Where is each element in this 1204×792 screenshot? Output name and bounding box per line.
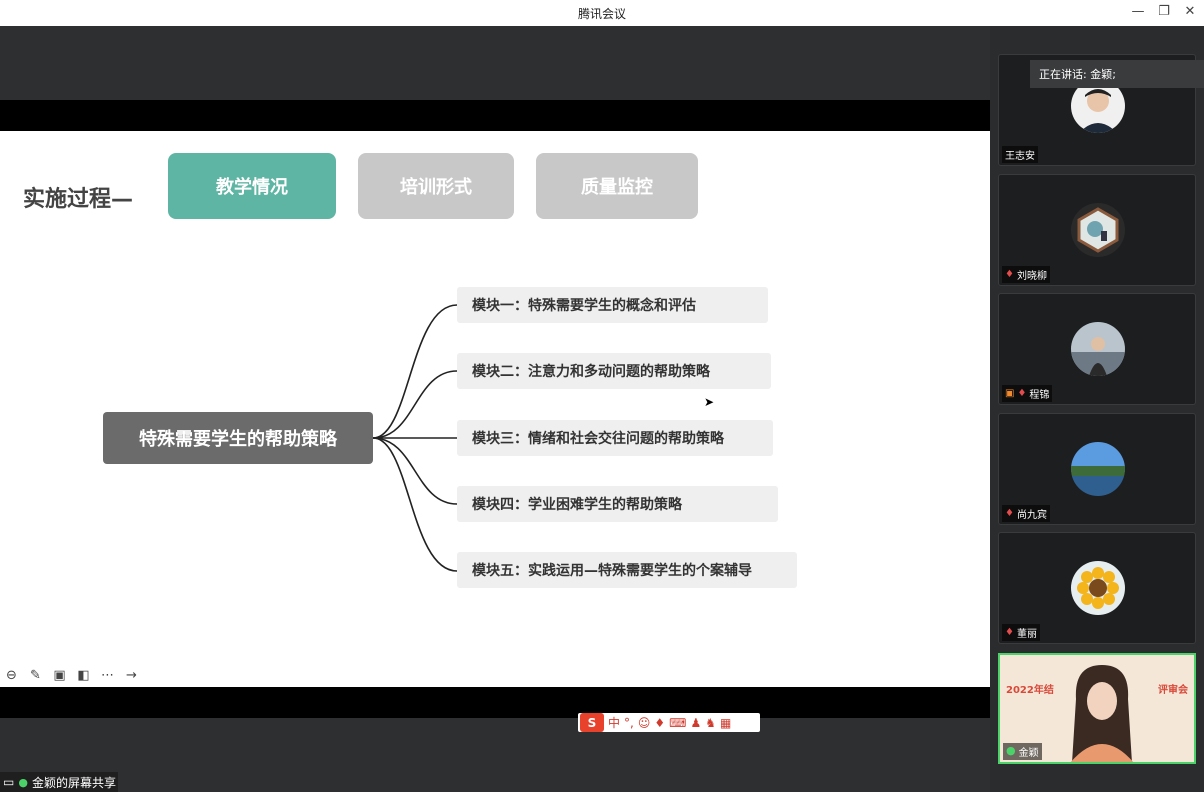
mindmap-connectors — [372, 304, 458, 572]
user-badge-icon: ▣ — [1005, 388, 1015, 399]
participant-tile[interactable]: ♦ 董丽 — [998, 532, 1196, 644]
skin-icon[interactable]: ♞ — [705, 716, 716, 730]
mic-muted-icon: ♦ — [1005, 508, 1014, 519]
participant-name: ● 金颖 — [1003, 743, 1042, 760]
center-node: 特殊需要学生的帮助策略 — [103, 412, 373, 464]
ime-mode[interactable]: 中 — [608, 714, 620, 731]
participant-tile[interactable]: ♦ 尚九宾 — [998, 413, 1196, 525]
mic-active-icon: ● — [1006, 744, 1016, 757]
title-bar: 腾讯会议 — ❐ ✕ — [0, 0, 1204, 26]
screen-share-label: 金颖的屏幕共享 — [31, 775, 116, 790]
voice-icon[interactable]: ♦ — [654, 716, 665, 730]
participant-name: ▣ ♦ 程锦 — [1002, 385, 1053, 402]
emoji-icon[interactable]: ☺ — [638, 716, 651, 730]
previous-slide-icon[interactable]: ⊖ — [2, 666, 21, 685]
ime-toolbar[interactable]: S 中 °, ☺ ♦ ⌨ ♟ ♞ ▦ — [578, 713, 760, 732]
next-slide-icon[interactable]: → — [122, 666, 141, 685]
avatar — [1071, 561, 1125, 615]
participant-name: ♦ 刘晓柳 — [1002, 266, 1050, 283]
module-2: 模块二：注意力和多动问题的帮助策略 — [457, 353, 771, 389]
presentation-slide: 实施过程— 教学情况 培训形式 质量监控 特殊需要学生的帮助策略 模块一：特殊需… — [0, 131, 990, 687]
mic-muted-icon: ♦ — [1017, 388, 1027, 399]
toolbox-icon[interactable]: ▦ — [720, 716, 731, 730]
mouse-cursor-icon: ➤ — [704, 395, 715, 409]
self-video-person — [1070, 665, 1134, 762]
mic-icon: ● — [18, 775, 28, 789]
screen-share-icon: ▭ — [3, 775, 15, 789]
screen-share-indicator[interactable]: ▭ ● 金颖的屏幕共享 — [0, 772, 118, 792]
user-icon[interactable]: ♟ — [690, 716, 701, 730]
letterbox-top — [0, 100, 990, 131]
mic-muted-icon: ♦ — [1005, 627, 1014, 638]
participant-tile[interactable]: ▣ ♦ 程锦 — [998, 293, 1196, 405]
keyboard-icon[interactable]: ⌨ — [669, 716, 686, 730]
module-1: 模块一：特殊需要学生的概念和评估 — [457, 287, 768, 323]
avatar — [1071, 322, 1125, 376]
module-4: 模块四：学业困难学生的帮助策略 — [457, 486, 778, 522]
participant-name: 王志安 — [1002, 146, 1038, 163]
app-title: 腾讯会议 — [577, 7, 626, 21]
avatar — [1071, 203, 1125, 257]
ime-logo: S — [580, 713, 604, 732]
self-background-text-right: 评审会 — [1158, 685, 1188, 696]
slide-toolbar: ⊖ ✎ ▣ ◧ ⋯ → — [2, 666, 141, 685]
pen-icon[interactable]: ✎ — [26, 666, 45, 685]
mic-muted-icon: ♦ — [1005, 269, 1014, 280]
participant-name: ♦ 尚九宾 — [1002, 505, 1050, 522]
captions-icon[interactable]: ▣ — [50, 666, 69, 685]
participant-name: ♦ 董丽 — [1002, 624, 1040, 641]
punctuation-icon[interactable]: °, — [624, 716, 634, 730]
minimize-button[interactable]: — — [1128, 4, 1148, 20]
module-3: 模块三：情绪和社会交往问题的帮助策略 — [457, 420, 773, 456]
self-video-tile[interactable]: 2022年结 评审会 ● 金颖 — [998, 653, 1196, 764]
restore-button[interactable]: ❐ — [1154, 4, 1174, 20]
avatar — [1071, 442, 1125, 496]
close-button[interactable]: ✕ — [1180, 4, 1200, 20]
self-background-text-left: 2022年结 — [1006, 685, 1054, 696]
participant-tile[interactable]: ♦ 刘晓柳 — [998, 174, 1196, 286]
camera-off-icon[interactable]: ◧ — [74, 666, 93, 685]
more-icon[interactable]: ⋯ — [98, 666, 117, 685]
module-5: 模块五：实践运用—特殊需要学生的个案辅导 — [457, 552, 797, 588]
speaking-indicator: 正在讲话: 金颖; — [1030, 60, 1204, 88]
letterbox-bottom — [0, 687, 990, 718]
